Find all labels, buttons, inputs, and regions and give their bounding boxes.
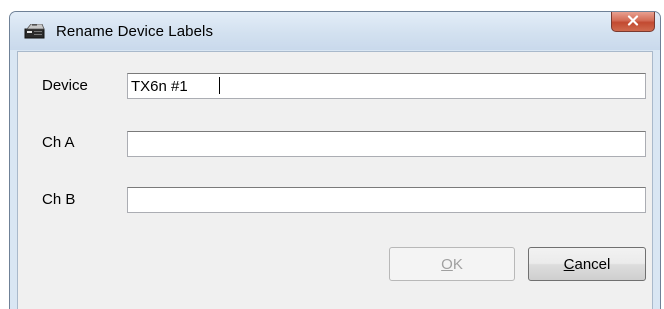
device-label: Device xyxy=(42,77,88,94)
ok-button[interactable]: OK xyxy=(389,247,515,281)
device-app-icon xyxy=(24,23,46,40)
cancel-label-rest: ancel xyxy=(574,255,611,273)
cancel-mnemonic: C xyxy=(563,255,575,273)
dialog-content: Device Ch A Ch B OK Cancel xyxy=(17,51,653,309)
close-button[interactable] xyxy=(611,12,655,32)
text-caret xyxy=(219,77,220,94)
ch-b-label: Ch B xyxy=(42,191,76,208)
ch-a-input[interactable] xyxy=(127,131,646,157)
dialog-window: Rename Device Labels Device Ch A Ch B OK… xyxy=(9,11,661,309)
device-name-input[interactable] xyxy=(127,73,646,99)
ok-mnemonic: O xyxy=(441,255,453,273)
close-icon xyxy=(627,13,639,31)
ch-b-input[interactable] xyxy=(127,187,646,213)
ok-label-rest: K xyxy=(452,255,463,273)
cancel-button[interactable]: Cancel xyxy=(528,247,646,281)
ch-a-label: Ch A xyxy=(42,134,75,151)
window-title: Rename Device Labels xyxy=(56,23,214,40)
title-bar[interactable]: Rename Device Labels xyxy=(10,12,660,50)
